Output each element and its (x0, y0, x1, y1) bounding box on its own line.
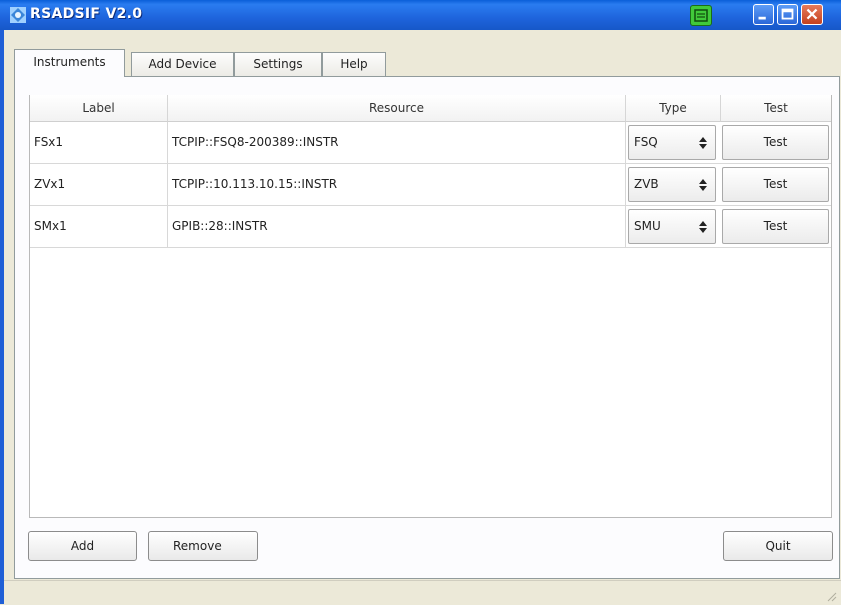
instrument-resource-cell[interactable]: TCPIP::FSQ8-200389::INSTR (168, 122, 626, 163)
type-select[interactable]: SMU (628, 209, 716, 244)
maximize-icon (781, 8, 794, 20)
test-button[interactable]: Test (722, 167, 829, 202)
instrument-resource-cell[interactable]: GPIB::28::INSTR (168, 206, 626, 247)
spin-arrows-icon (699, 210, 707, 243)
maximize-button[interactable] (777, 4, 798, 25)
spin-arrows-icon (699, 126, 707, 159)
table-row[interactable]: ZVx1 TCPIP::10.113.10.15::INSTR ZVB Test (30, 164, 831, 206)
window-frame (0, 30, 4, 604)
column-header-resource[interactable]: Resource (168, 95, 626, 122)
instrument-resource-cell[interactable]: TCPIP::10.113.10.15::INSTR (168, 164, 626, 205)
type-select-value: SMU (634, 219, 661, 233)
title-bar[interactable]: RSADSIF V2.0 (0, 0, 841, 30)
add-button[interactable]: Add (28, 531, 137, 561)
minimize-button[interactable] (753, 4, 774, 25)
status-bar (4, 580, 841, 605)
instrument-label-cell[interactable]: FSx1 (30, 122, 168, 163)
table-row[interactable]: FSx1 TCPIP::FSQ8-200389::INSTR FSQ Test (30, 122, 831, 164)
close-button[interactable] (801, 4, 823, 25)
table-row[interactable]: SMx1 GPIB::28::INSTR SMU Test (30, 206, 831, 248)
tab-add-device[interactable]: Add Device (131, 52, 234, 76)
instrument-label-cell[interactable]: SMx1 (30, 206, 168, 247)
quit-button[interactable]: Quit (723, 531, 833, 561)
tab-settings[interactable]: Settings (234, 52, 322, 76)
spin-arrows-icon (699, 168, 707, 201)
column-header-type[interactable]: Type (626, 95, 721, 122)
type-select[interactable]: FSQ (628, 125, 716, 160)
instrument-label-cell[interactable]: ZVx1 (30, 164, 168, 205)
type-select-value: ZVB (634, 177, 659, 191)
green-printer-icon[interactable] (690, 5, 712, 26)
minimize-icon (758, 16, 766, 20)
test-button[interactable]: Test (722, 125, 829, 160)
type-select-value: FSQ (634, 135, 658, 149)
app-icon (10, 7, 26, 23)
column-header-label[interactable]: Label (30, 95, 168, 122)
resize-grip-icon[interactable] (825, 590, 837, 602)
tab-instruments[interactable]: Instruments (14, 49, 125, 77)
type-select[interactable]: ZVB (628, 167, 716, 202)
remove-button[interactable]: Remove (148, 531, 258, 561)
tab-help[interactable]: Help (322, 52, 386, 76)
close-icon (806, 8, 818, 20)
column-header-test[interactable]: Test (721, 95, 831, 122)
window-title: RSADSIF V2.0 (30, 6, 143, 22)
test-button[interactable]: Test (722, 209, 829, 244)
